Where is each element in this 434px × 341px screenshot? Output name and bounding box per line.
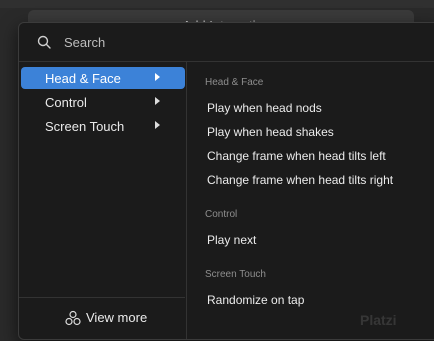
action-randomize-on-tap[interactable]: Randomize on tap	[207, 293, 304, 307]
platzi-watermark: Platzi	[360, 312, 397, 328]
view-more-label: View more	[86, 310, 148, 325]
sidebar-item-label: Head & Face	[45, 71, 121, 86]
sidebar-item-label: Control	[45, 95, 87, 110]
sidebar-item-label: Screen Touch	[45, 119, 125, 134]
category-sidebar: Head & Face Control Screen Touch View mo…	[19, 62, 187, 339]
sidebar-item-control[interactable]: Control	[21, 91, 185, 113]
group-header-screen-touch: Screen Touch	[205, 269, 266, 280]
top-strip	[0, 0, 434, 8]
interaction-picker-popover: Head & Face Control Screen Touch View mo…	[18, 22, 434, 340]
group-header-control: Control	[205, 209, 238, 220]
action-play-when-head-nods[interactable]: Play when head nods	[207, 101, 322, 115]
chevron-right-icon	[155, 97, 160, 105]
sidebar-item-head-face[interactable]: Head & Face	[21, 67, 185, 89]
search-bar	[19, 23, 434, 62]
components-icon	[65, 310, 81, 326]
view-more-button[interactable]: View more	[19, 297, 185, 339]
chevron-right-icon	[155, 73, 160, 81]
search-icon	[37, 35, 51, 49]
chevron-right-icon	[155, 121, 160, 129]
sidebar-item-screen-touch[interactable]: Screen Touch	[21, 115, 185, 137]
group-header-head-face: Head & Face	[205, 77, 264, 88]
action-play-when-head-shakes[interactable]: Play when head shakes	[207, 125, 334, 139]
action-change-frame-tilt-right[interactable]: Change frame when head tilts right	[207, 173, 393, 187]
search-input[interactable]	[64, 32, 404, 52]
action-change-frame-tilt-left[interactable]: Change frame when head tilts left	[207, 149, 386, 163]
action-list: Head & Face Play when head nods Play whe…	[187, 62, 434, 339]
action-play-next[interactable]: Play next	[207, 233, 256, 247]
